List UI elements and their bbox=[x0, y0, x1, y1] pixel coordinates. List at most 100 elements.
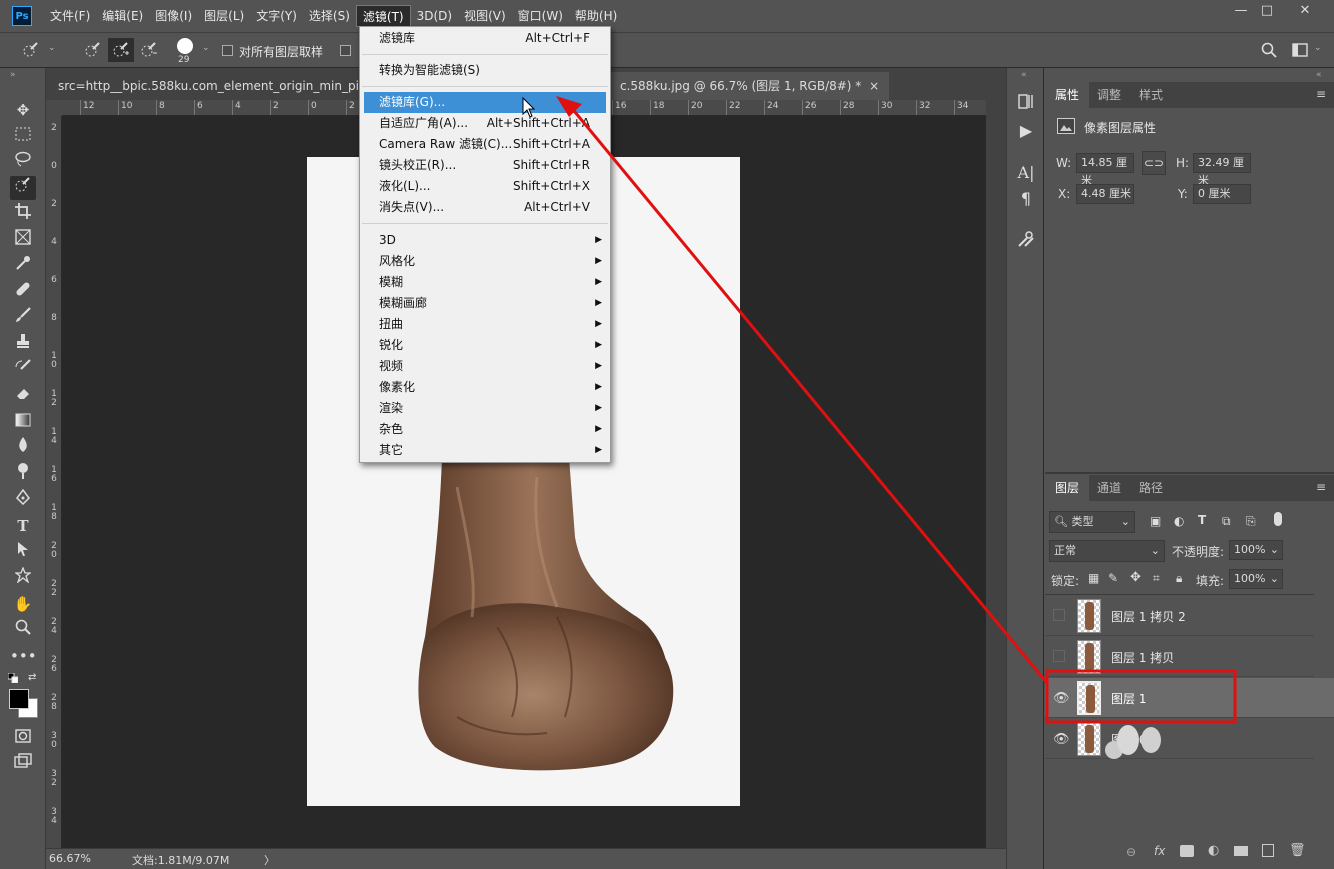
marquee-tool-icon[interactable] bbox=[10, 124, 36, 148]
lasso-tool-icon[interactable] bbox=[10, 150, 36, 174]
menu-3d[interactable]: 3D(D) bbox=[411, 5, 458, 27]
collapse-panel-icon[interactable]: » bbox=[10, 70, 16, 80]
layer-row[interactable]: 图层 1 拷贝 bbox=[1045, 637, 1314, 677]
menu-type[interactable]: 文字(Y) bbox=[250, 5, 303, 27]
menu-file[interactable]: 文件(F) bbox=[44, 5, 96, 27]
menu-item-sharpen[interactable]: 锐化 ▶ bbox=[360, 335, 610, 356]
tools-presets-icon[interactable] bbox=[1015, 230, 1037, 252]
panel-menu-icon[interactable]: ≡ bbox=[1316, 87, 1326, 101]
status-menu-arrow[interactable]: 〉 bbox=[264, 852, 275, 868]
document-tab-active[interactable]: c.588ku.jpg @ 66.7% (图层 1, RGB/8#) * × bbox=[610, 72, 890, 100]
tab-properties[interactable]: 属性 bbox=[1045, 82, 1090, 108]
eraser-tool-icon[interactable] bbox=[10, 384, 36, 408]
actions-play-icon[interactable]: ▶ bbox=[1015, 120, 1037, 142]
tab-adjustments[interactable]: 调整 bbox=[1087, 82, 1131, 108]
quick-mask-icon[interactable] bbox=[10, 726, 36, 750]
menu-item-lens-correction[interactable]: 镜头校正(R)... Shift+Ctrl+R bbox=[360, 155, 610, 176]
menu-item-convert-smart[interactable]: 转换为智能滤镜(S) bbox=[360, 60, 610, 81]
collapse-panel-icon[interactable]: « bbox=[1021, 70, 1027, 80]
pen-tool-icon[interactable] bbox=[10, 488, 36, 512]
document-tab-inactive[interactable]: src=http__bpic.588ku.com_element_origin_… bbox=[48, 72, 368, 100]
panel-menu-icon[interactable]: ≡ bbox=[1316, 480, 1326, 494]
layer-kind-filter[interactable]: 🔍︎ 类型 ⌄ bbox=[1049, 511, 1135, 533]
move-tool-icon[interactable]: ✥ bbox=[10, 98, 36, 122]
close-window-button[interactable]: ✕ bbox=[1290, 0, 1320, 22]
history-panel-icon[interactable] bbox=[1015, 92, 1037, 114]
maximize-button[interactable]: □ bbox=[1252, 0, 1282, 22]
subtract-selection-icon[interactable] bbox=[136, 38, 162, 62]
menu-item-video[interactable]: 视频 ▶ bbox=[360, 356, 610, 377]
chevron-down-icon[interactable]: ⌄ bbox=[202, 43, 210, 53]
gradient-tool-icon[interactable] bbox=[10, 410, 36, 434]
new-selection-icon[interactable] bbox=[80, 38, 106, 62]
default-colors-icon[interactable] bbox=[7, 672, 19, 684]
tab-styles[interactable]: 样式 bbox=[1129, 82, 1173, 108]
collapse-panel-icon[interactable]: « bbox=[1316, 70, 1322, 80]
tab-paths[interactable]: 路径 bbox=[1129, 475, 1173, 501]
more-tools-icon[interactable]: ••• bbox=[10, 644, 37, 668]
filter-shape-icon[interactable]: ⧉ bbox=[1222, 514, 1231, 529]
blend-mode-select[interactable]: 正常 ⌄ bbox=[1049, 540, 1165, 562]
lock-all-icon[interactable]: 🔒︎ bbox=[1176, 571, 1182, 586]
brush-preview-icon[interactable] bbox=[177, 38, 193, 54]
opacity-field[interactable]: 100% ⌄ bbox=[1229, 540, 1283, 560]
adjustment-layer-icon[interactable]: ◐ bbox=[1208, 843, 1219, 858]
layer-row[interactable]: 👁︎ 图层 0 bbox=[1045, 719, 1314, 759]
visibility-toggle[interactable] bbox=[1053, 650, 1065, 662]
paragraph-panel-icon[interactable]: ¶ bbox=[1015, 188, 1037, 210]
frame-tool-icon[interactable] bbox=[10, 228, 36, 252]
link-icon[interactable]: ⊂⊃ bbox=[1142, 151, 1166, 175]
custom-shape-tool-icon[interactable] bbox=[10, 566, 36, 590]
menu-help[interactable]: 帮助(H) bbox=[569, 5, 623, 27]
chevron-down-icon[interactable]: ⌄ bbox=[1314, 43, 1322, 53]
menu-item-vanishing-point[interactable]: 消失点(V)... Alt+Ctrl+V bbox=[360, 197, 610, 218]
layer-row[interactable]: 图层 1 拷贝 2 bbox=[1045, 596, 1314, 636]
menu-item-adaptive-wide-angle[interactable]: 自适应广角(A)... Alt+Shift+Ctrl+A bbox=[360, 113, 610, 134]
vertical-ruler[interactable]: 2 0 2 4 6 8 1 0 1 2 1 4 1 6 1 8 2 0 2 2 2 4 2 6 2 8 3 0 3… bbox=[46, 116, 62, 848]
layer-row-selected[interactable]: 👁︎ 图层 1 bbox=[1045, 678, 1334, 718]
menu-select[interactable]: 选择(S) bbox=[303, 5, 356, 27]
add-mask-icon[interactable] bbox=[1180, 845, 1194, 857]
menu-item-noise[interactable]: 杂色 ▶ bbox=[360, 419, 610, 440]
eye-icon[interactable]: 👁︎ bbox=[1053, 732, 1070, 747]
chevron-down-icon[interactable]: ⌄ bbox=[48, 43, 56, 53]
swap-colors-icon[interactable]: ⇄ bbox=[28, 672, 36, 683]
type-tool-icon[interactable]: T bbox=[10, 514, 36, 538]
menu-layer[interactable]: 图层(L) bbox=[198, 5, 250, 27]
lock-position-icon[interactable]: ✥ bbox=[1130, 570, 1141, 585]
new-group-icon[interactable] bbox=[1234, 846, 1248, 856]
menu-item-stylize[interactable]: 风格化 ▶ bbox=[360, 251, 610, 272]
menu-item-filter-gallery-last[interactable]: 滤镜库 Alt+Ctrl+F bbox=[360, 28, 610, 49]
workspace-icon[interactable] bbox=[1287, 38, 1313, 62]
path-selection-tool-icon[interactable] bbox=[10, 540, 36, 564]
history-brush-tool-icon[interactable] bbox=[10, 358, 36, 382]
lock-pixels-icon[interactable]: ✎ bbox=[1108, 571, 1118, 585]
quick-selection-tool-icon[interactable] bbox=[10, 176, 36, 200]
brush-tool-icon[interactable] bbox=[10, 306, 36, 330]
filter-toggle-icon[interactable] bbox=[1274, 512, 1282, 526]
menu-edit[interactable]: 编辑(E) bbox=[96, 5, 149, 27]
menu-image[interactable]: 图像(I) bbox=[149, 5, 198, 27]
screen-mode-icon[interactable] bbox=[10, 752, 36, 776]
menu-item-pixelate[interactable]: 像素化 ▶ bbox=[360, 377, 610, 398]
menu-item-render[interactable]: 渲染 ▶ bbox=[360, 398, 610, 419]
menu-item-liquify[interactable]: 液化(L)... Shift+Ctrl+X bbox=[360, 176, 610, 197]
healing-brush-tool-icon[interactable] bbox=[10, 280, 36, 304]
menu-item-distort[interactable]: 扭曲 ▶ bbox=[360, 314, 610, 335]
lock-transparent-icon[interactable]: ▦ bbox=[1088, 571, 1099, 585]
menu-item-3d[interactable]: 3D ▶ bbox=[360, 230, 610, 251]
vertical-scrollbar[interactable] bbox=[986, 100, 1006, 848]
zoom-tool-icon[interactable] bbox=[10, 618, 36, 642]
menu-item-camera-raw[interactable]: Camera Raw 滤镜(C)... Shift+Ctrl+A bbox=[360, 134, 610, 155]
y-field[interactable]: 0 厘米 bbox=[1193, 184, 1251, 204]
new-layer-icon[interactable] bbox=[1262, 844, 1274, 857]
sample-all-layers-checkbox[interactable] bbox=[222, 45, 233, 59]
width-field[interactable]: 14.85 厘米 bbox=[1076, 153, 1134, 187]
tab-channels[interactable]: 通道 bbox=[1087, 475, 1131, 501]
filter-adjustment-icon[interactable]: ◐ bbox=[1174, 514, 1184, 528]
tab-layers[interactable]: 图层 bbox=[1045, 475, 1090, 501]
character-panel-icon[interactable]: A| bbox=[1015, 162, 1037, 184]
close-tab-icon[interactable]: × bbox=[869, 79, 879, 93]
menu-window[interactable]: 窗口(W) bbox=[512, 5, 569, 27]
filter-type-icon[interactable]: T bbox=[1198, 513, 1206, 527]
